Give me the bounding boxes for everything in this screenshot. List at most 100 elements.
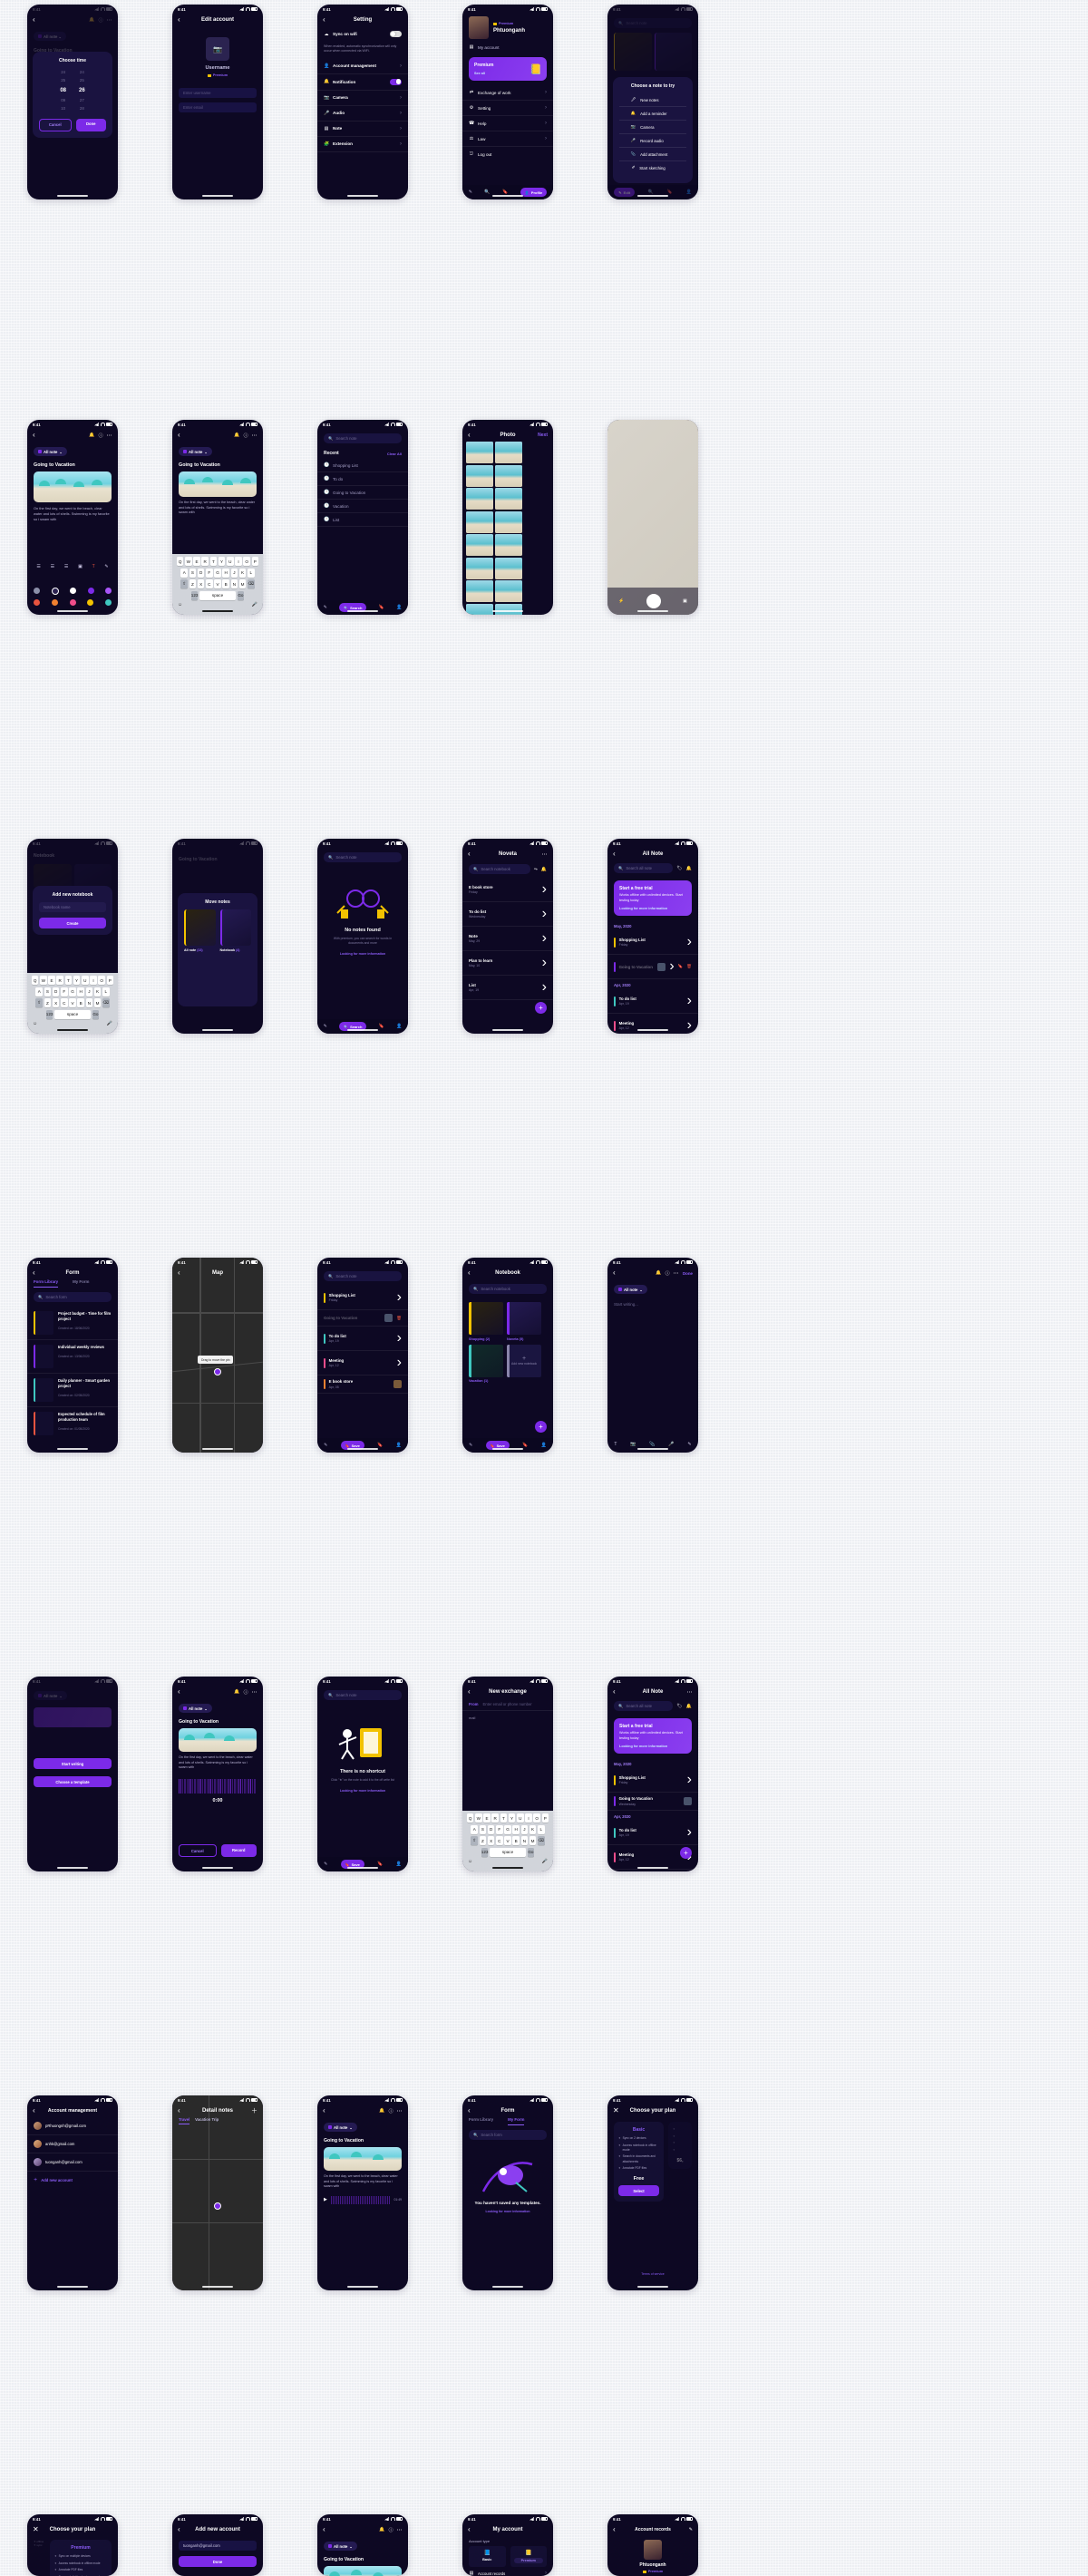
key[interactable]: H: [77, 987, 84, 996]
screen-account-records[interactable]: 9:41 ‹ Account records ✎ Phtuonganh Premiu…: [607, 2514, 698, 2576]
notebook-card[interactable]: All note (13): [184, 909, 216, 952]
align-right-icon[interactable]: ☰: [64, 564, 68, 569]
align-center-icon[interactable]: ☰: [51, 564, 54, 569]
camera-icon[interactable]: 📷: [206, 37, 229, 61]
more-icon[interactable]: ⋯: [397, 2108, 403, 2114]
key[interactable]: Z: [44, 998, 52, 1008]
edit-icon[interactable]: ✎: [324, 1443, 327, 1448]
screen-form-library[interactable]: 9:41 ‹ Form Form Library My Form 🔍 Search …: [27, 1258, 118, 1453]
profile-icon[interactable]: 👤: [396, 1024, 402, 1029]
mic-icon[interactable]: 🎤: [252, 602, 257, 608]
setting-item-note[interactable]: ▤ Note ›: [317, 122, 408, 137]
key[interactable]: B: [222, 579, 229, 589]
key[interactable]: F: [61, 987, 68, 996]
username-input[interactable]: Enter username: [179, 88, 257, 98]
key[interactable]: G: [504, 1824, 511, 1834]
key[interactable]: Q: [176, 557, 184, 567]
mic-icon[interactable]: 🎤: [668, 1442, 674, 1447]
key[interactable]: V: [69, 998, 76, 1008]
my-account-row[interactable]: ▤ My account: [462, 42, 553, 53]
go-key[interactable]: Go: [92, 1009, 100, 1019]
more-icon[interactable]: ⋯: [674, 1270, 679, 1277]
key[interactable]: E: [483, 1813, 491, 1823]
more-info-link[interactable]: Looking for more information: [462, 2210, 553, 2213]
setting-item-camera[interactable]: 📷 Camera ›: [317, 91, 408, 106]
plan-card-premium[interactable]: Premium ✦ Sync on multiple devices ✦ Acces…: [50, 2540, 112, 2576]
key[interactable]: P: [251, 557, 259, 567]
plan-basic[interactable]: 📘 Basic: [469, 2546, 506, 2567]
key[interactable]: W: [185, 557, 192, 567]
key[interactable]: K: [93, 987, 102, 996]
screen-all-note[interactable]: 9:41 ‹ All Note 🔍 Search all note 🏷 🔔 Start…: [607, 839, 698, 1034]
add-button[interactable]: +: [535, 1421, 547, 1433]
bell-icon[interactable]: 🔔: [656, 1270, 661, 1276]
add-button[interactable]: +: [680, 1847, 692, 1859]
num-key[interactable]: 123: [481, 1847, 489, 1857]
screen-move-notes[interactable]: 9:41 Going to Vacation Move notes All no…: [172, 839, 263, 1034]
mic-icon[interactable]: 🎤: [542, 1859, 548, 1864]
notebook-item[interactable]: Plan to learn May, 10 ›: [462, 951, 553, 976]
screen-add-notebook[interactable]: 9:41 Notebook Add new notebook Notebook …: [27, 839, 118, 1034]
search-input[interactable]: 🔍 Search all note: [614, 863, 674, 873]
screen-map[interactable]: 9:41 ‹ Map Drag to move the pin: [172, 1258, 263, 1453]
all-note-chip[interactable]: All note ⌄: [179, 1704, 212, 1713]
more-icon[interactable]: ⋯: [107, 433, 112, 439]
form-item[interactable]: Expected schedule of film production tea…: [27, 1407, 118, 1440]
plan-premium[interactable]: 📒 Premium: [510, 2546, 547, 2567]
key[interactable]: Y: [218, 557, 226, 567]
space-key[interactable]: space: [199, 590, 237, 600]
search-input[interactable]: 🔍 Search note: [324, 1271, 402, 1281]
key[interactable]: I: [525, 1813, 532, 1823]
promo-link[interactable]: Looking for more information: [619, 1745, 686, 1748]
gallery-icon[interactable]: ▣: [683, 598, 687, 604]
key[interactable]: O: [98, 976, 105, 986]
form-item[interactable]: Daily planner - Smart garden project Crea…: [27, 1374, 118, 1407]
key[interactable]: J: [520, 1824, 529, 1834]
notebook-item[interactable]: Note May, 29 ›: [462, 927, 553, 951]
option-start-sketching[interactable]: ✐ Start sketching: [619, 161, 686, 174]
key[interactable]: H: [512, 1824, 520, 1834]
key[interactable]: U: [81, 976, 89, 986]
email-input[interactable]: tuonganh@gmail.com: [179, 2541, 257, 2551]
backspace-key[interactable]: ⌫: [537, 1836, 545, 1846]
notebook-item[interactable]: E book store Friday ›: [462, 878, 553, 902]
screen-no-notes-found[interactable]: 9:41 🔍 Search note No notes found With pr…: [317, 839, 408, 1034]
add-account-button[interactable]: ＋ Add new account: [27, 2172, 118, 2188]
key[interactable]: P: [541, 1813, 549, 1823]
search-input[interactable]: 🔍 Search form: [34, 1292, 112, 1302]
photo-thumb[interactable]: [466, 534, 493, 556]
info-icon[interactable]: ⓘ: [99, 17, 103, 24]
screen-blank-editor[interactable]: 9:41 ‹ 🔔 ⓘ ⋯ Done All note ⌄ Start writing..…: [607, 1258, 698, 1453]
note-item[interactable]: To do list Apr, 19 ›: [607, 989, 698, 1014]
key[interactable]: R: [56, 976, 64, 986]
profile-item-law[interactable]: ⚖ Law ›: [462, 131, 553, 147]
emoji-icon[interactable]: ☺: [178, 602, 182, 608]
back-icon[interactable]: ‹: [33, 16, 35, 24]
note-item[interactable]: Shopping List Friday ›: [607, 1768, 698, 1793]
note-item[interactable]: To do list Apr, 19 ›: [607, 1821, 698, 1845]
key[interactable]: B: [77, 998, 84, 1008]
color-swatch-selected[interactable]: [51, 588, 59, 595]
key[interactable]: D: [487, 1824, 495, 1834]
profile-icon[interactable]: 👤: [396, 605, 402, 610]
profile-icon[interactable]: 👤: [541, 1443, 547, 1448]
next-button[interactable]: Next: [538, 433, 548, 438]
photo-thumb[interactable]: [466, 488, 493, 510]
plan-card-basic[interactable]: Basic ✦ Sync on 2 devices ✦ Access noteboo…: [614, 2122, 664, 2202]
tab-profile[interactable]: 👤 Profile: [520, 188, 548, 197]
search-icon[interactable]: 🔍: [484, 190, 490, 195]
search-input[interactable]: 🔍 Search notebook: [469, 864, 530, 874]
profile-item-exchange[interactable]: ⇄ Exchange of work ›: [462, 85, 553, 101]
bell-icon[interactable]: 🔔: [541, 867, 547, 872]
photo-thumb[interactable]: [466, 580, 493, 602]
key[interactable]: O: [243, 557, 250, 567]
create-button[interactable]: Create: [39, 918, 106, 928]
start-writing-button[interactable]: Start writing: [34, 1758, 112, 1769]
key[interactable]: U: [226, 557, 234, 567]
photo-thumb[interactable]: [466, 510, 493, 533]
photo-thumb[interactable]: [494, 534, 522, 556]
screen-notebook-grid[interactable]: 9:41 ‹ Notebook 🔍 Search notebook Shopping…: [462, 1258, 553, 1453]
add-notebook-card[interactable]: + Add new notebook: [507, 1344, 541, 1384]
key[interactable]: T: [209, 557, 218, 567]
setting-item-extension[interactable]: 🧩 Extension ›: [317, 137, 408, 152]
